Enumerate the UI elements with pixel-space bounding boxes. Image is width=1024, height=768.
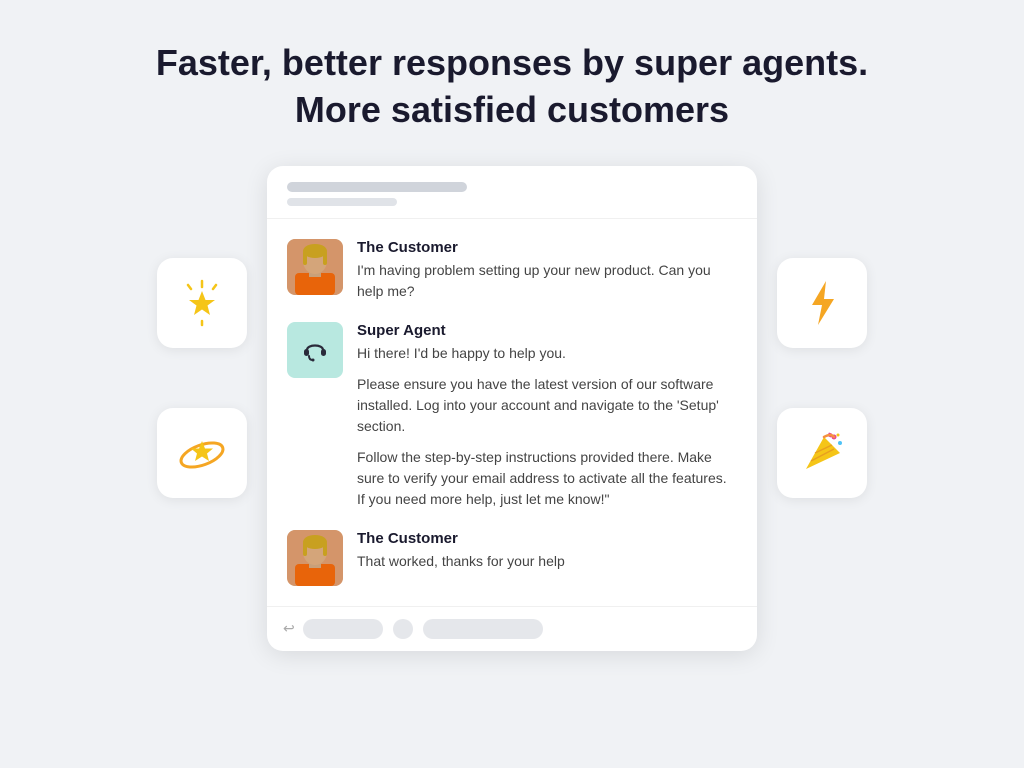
- star-sparkle-icon: [176, 277, 228, 329]
- message-text-3: That worked, thanks for your help: [357, 551, 737, 572]
- orbit-star-icon-card: [157, 408, 247, 498]
- star-icon-card: [157, 258, 247, 348]
- lightning-icon: [796, 277, 848, 329]
- customer-avatar-1: [287, 239, 343, 295]
- message-content-3: The Customer That worked, thanks for you…: [357, 530, 737, 572]
- party-popper-icon: [796, 427, 848, 479]
- headline-line2: More satisfied customers: [295, 89, 729, 130]
- right-icons: [777, 258, 867, 498]
- left-icons: [157, 258, 247, 498]
- footer-pill-2: [423, 619, 543, 639]
- reply-icon: ↩: [283, 620, 295, 637]
- chat-body: The Customer I'm having problem setting …: [267, 219, 757, 606]
- sender-name-1: The Customer: [357, 239, 737, 256]
- message-text-1: I'm having problem setting up your new p…: [357, 260, 737, 302]
- customer-avatar-2: [287, 530, 343, 586]
- sender-name-3: The Customer: [357, 530, 737, 547]
- agent-avatar: [287, 322, 343, 378]
- headline-line1: Faster, better responses by super agents…: [156, 42, 868, 83]
- footer-circle: [393, 619, 413, 639]
- sender-name-2: Super Agent: [357, 322, 737, 339]
- table-row: Super Agent Hi there! I'd be happy to he…: [287, 322, 737, 510]
- orbit-star-icon: [176, 427, 228, 479]
- lightning-icon-card: [777, 258, 867, 348]
- message-content-1: The Customer I'm having problem setting …: [357, 239, 737, 302]
- chat-header-bar-short: [287, 198, 397, 206]
- footer-pill-1: [303, 619, 383, 639]
- table-row: The Customer That worked, thanks for you…: [287, 530, 737, 586]
- chat-window: The Customer I'm having problem setting …: [267, 166, 757, 651]
- message-content-2: Super Agent Hi there! I'd be happy to he…: [357, 322, 737, 510]
- main-area: The Customer I'm having problem setting …: [32, 166, 992, 651]
- chat-footer: ↩: [267, 606, 757, 651]
- chat-header: [267, 166, 757, 219]
- footer-reply-area: ↩: [283, 619, 383, 639]
- table-row: The Customer I'm having problem setting …: [287, 239, 737, 302]
- chat-header-bar: [287, 182, 467, 192]
- message-text-2: Hi there! I'd be happy to help you. Plea…: [357, 343, 737, 510]
- headset-icon: [297, 332, 333, 368]
- party-icon-card: [777, 408, 867, 498]
- headline: Faster, better responses by super agents…: [156, 40, 868, 134]
